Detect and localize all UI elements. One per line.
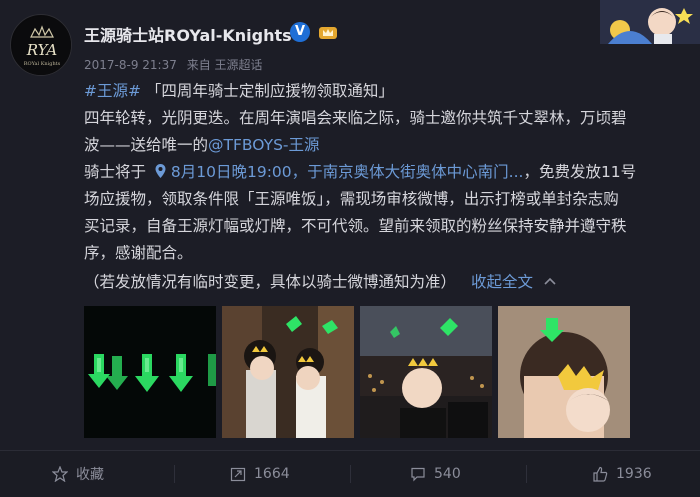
post-action-bar: 收藏 1664 540 1936 — [0, 450, 700, 497]
collapse-text-button[interactable]: 收起全文 — [471, 273, 556, 291]
mention-link[interactable]: @TFBOYS-王源 — [208, 136, 320, 154]
member-crown-icon[interactable] — [318, 24, 338, 40]
location-text[interactable]: 8月10日晚19:00，于南京奥体大街奥体中心南门... — [171, 163, 524, 181]
post-line-3-tail: ，免费发放11号 — [523, 163, 637, 181]
post-line-7: （若发放情况有临时变更，具体以骑士微博通知为准） 收起全文 — [84, 269, 688, 296]
post-line-5: 买记录，自备王源灯幅或灯牌，不可代领。望前来领取的粉丝保持安静并遵守秩 — [84, 217, 627, 235]
post-line-4: 场应援物，领取条件限「王源唯饭」，需现场审核微博，出示打榜或单封杂志购 — [84, 190, 619, 208]
favorite-button[interactable]: 收藏 — [52, 451, 104, 497]
comment-button[interactable]: 540 — [410, 451, 461, 497]
photo-3-fan-with-cutout[interactable] — [360, 306, 492, 438]
photo-4-image — [498, 306, 630, 438]
action-divider — [174, 465, 175, 483]
post-title: 「四周年骑士定制应援物领取通知」 — [145, 82, 394, 100]
comment-count[interactable]: 540 — [434, 466, 461, 482]
repost-icon — [230, 467, 246, 482]
photo-grid — [84, 306, 688, 440]
action-divider — [526, 465, 527, 483]
post-note: （若发放情况有临时变更，具体以骑士微博通知为准） — [84, 273, 457, 291]
thumbs-up-icon — [593, 466, 608, 482]
photo-2-fans-with-cutouts[interactable] — [222, 306, 354, 438]
photo-1-glowing-arrows[interactable] — [84, 306, 216, 438]
post-line-6: 序，感谢配合。 — [84, 244, 193, 262]
crown-logo-icon: RYA ROYal Knights — [12, 16, 71, 75]
post-line-3: 骑士将于 8月10日晚19:00，于南京奥体大街奥体中心南门...，免费发放11… — [84, 159, 688, 186]
post-line-2: 波——送给唯一的@TFBOYS-王源 — [84, 132, 688, 159]
post-line-1: 四年轮转，光阴更迭。在周年演唱会来临之际，骑士邀你共筑千丈翠林，万顷碧 — [84, 109, 627, 127]
photo-1-image — [84, 306, 216, 438]
verified-v-icon: V — [290, 22, 310, 42]
photo-4-glowstick-and-cutout[interactable] — [498, 306, 630, 438]
repost-button[interactable]: 1664 — [230, 451, 290, 497]
avatar-subtext: ROYal Knights — [24, 61, 61, 67]
star-icon — [52, 466, 68, 482]
post-title-line: #王源# 「四周年骑士定制应援物领取通知」 — [84, 78, 688, 105]
post-meta: 2017-8-9 21:37 来自 王源超话 — [84, 56, 263, 73]
account-avatar[interactable]: RYA ROYal Knights — [10, 14, 72, 76]
post-line-3-text: 骑士将于 — [84, 163, 147, 181]
repost-count[interactable]: 1664 — [254, 466, 290, 482]
like-count[interactable]: 1936 — [616, 466, 652, 482]
location-link[interactable]: 8月10日晚19:00，于南京奥体大街奥体中心南门... — [155, 163, 523, 181]
chevron-up-icon — [544, 277, 556, 285]
avatar-monogram: RYA — [26, 41, 58, 59]
account-name[interactable]: 王源骑士站ROYal-Knights — [84, 22, 292, 46]
post-source[interactable]: 来自 王源超话 — [187, 58, 263, 72]
weibo-post-card: RYA ROYal Knights 王源骑士站ROYal-Knights V 2… — [0, 0, 700, 497]
topic-tag[interactable]: #王源# — [84, 82, 141, 100]
post-time[interactable]: 2017-8-9 21:37 — [84, 58, 177, 72]
post-line-2-text: 波——送给唯一的 — [84, 136, 209, 154]
photo-3-image — [360, 306, 492, 438]
comment-icon — [411, 467, 425, 482]
photo-2-image — [222, 306, 354, 438]
action-divider — [350, 465, 351, 483]
decorative-card-sticker — [600, 0, 700, 44]
location-pin-icon — [155, 164, 166, 178]
favorite-label[interactable]: 收藏 — [76, 464, 104, 484]
collapse-label[interactable]: 收起全文 — [471, 273, 533, 291]
like-button[interactable]: 1936 — [592, 451, 652, 497]
